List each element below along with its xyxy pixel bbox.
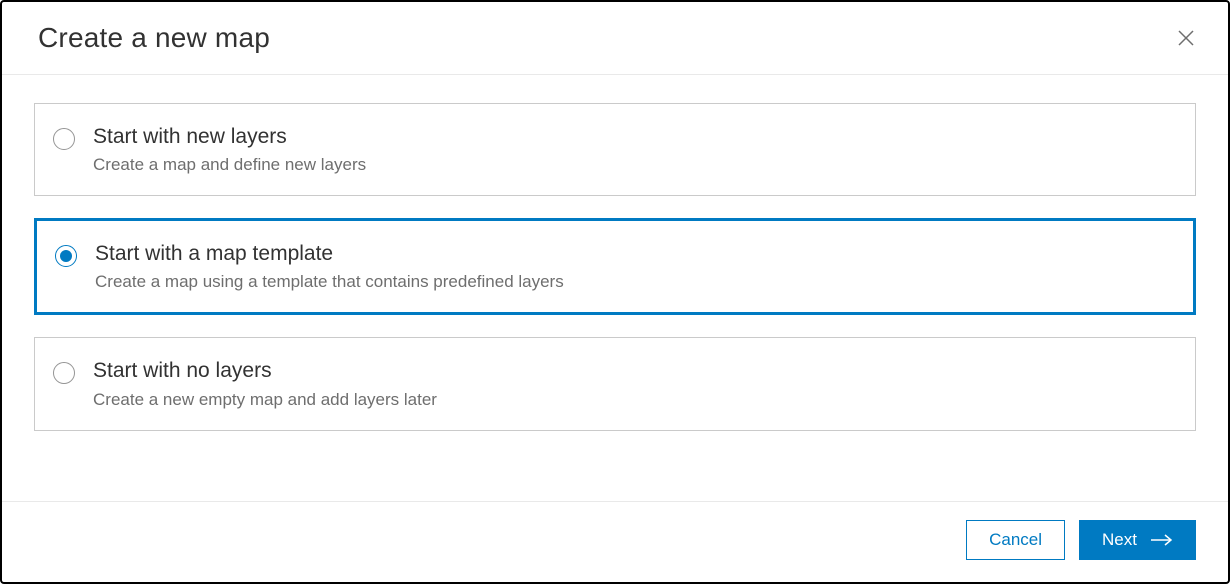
option-title: Start with no layers bbox=[93, 358, 1171, 383]
close-button[interactable] bbox=[1174, 26, 1198, 50]
dialog-footer: Cancel Next bbox=[2, 501, 1228, 582]
option-text: Start with a map template Create a map u… bbox=[95, 241, 1169, 292]
next-button-label: Next bbox=[1102, 530, 1137, 550]
dialog-title: Create a new map bbox=[38, 22, 270, 54]
options-list: Start with new layers Create a map and d… bbox=[2, 75, 1228, 501]
cancel-button[interactable]: Cancel bbox=[966, 520, 1065, 560]
option-start-with-no-layers[interactable]: Start with no layers Create a new empty … bbox=[34, 337, 1196, 430]
next-button[interactable]: Next bbox=[1079, 520, 1196, 560]
option-title: Start with a map template bbox=[95, 241, 1169, 266]
option-description: Create a map using a template that conta… bbox=[95, 272, 1169, 292]
option-start-with-new-layers[interactable]: Start with new layers Create a map and d… bbox=[34, 103, 1196, 196]
option-text: Start with no layers Create a new empty … bbox=[93, 358, 1171, 409]
option-description: Create a map and define new layers bbox=[93, 155, 1171, 175]
cancel-button-label: Cancel bbox=[989, 530, 1042, 550]
close-icon bbox=[1177, 29, 1195, 47]
option-title: Start with new layers bbox=[93, 124, 1171, 149]
radio-icon bbox=[55, 245, 77, 267]
dialog-header: Create a new map bbox=[2, 2, 1228, 75]
option-description: Create a new empty map and add layers la… bbox=[93, 390, 1171, 410]
radio-icon bbox=[53, 362, 75, 384]
radio-icon bbox=[53, 128, 75, 150]
option-text: Start with new layers Create a map and d… bbox=[93, 124, 1171, 175]
dialog-create-new-map: Create a new map Start with new layers C… bbox=[0, 0, 1230, 584]
arrow-right-icon bbox=[1151, 534, 1173, 546]
option-start-with-map-template[interactable]: Start with a map template Create a map u… bbox=[34, 218, 1196, 315]
